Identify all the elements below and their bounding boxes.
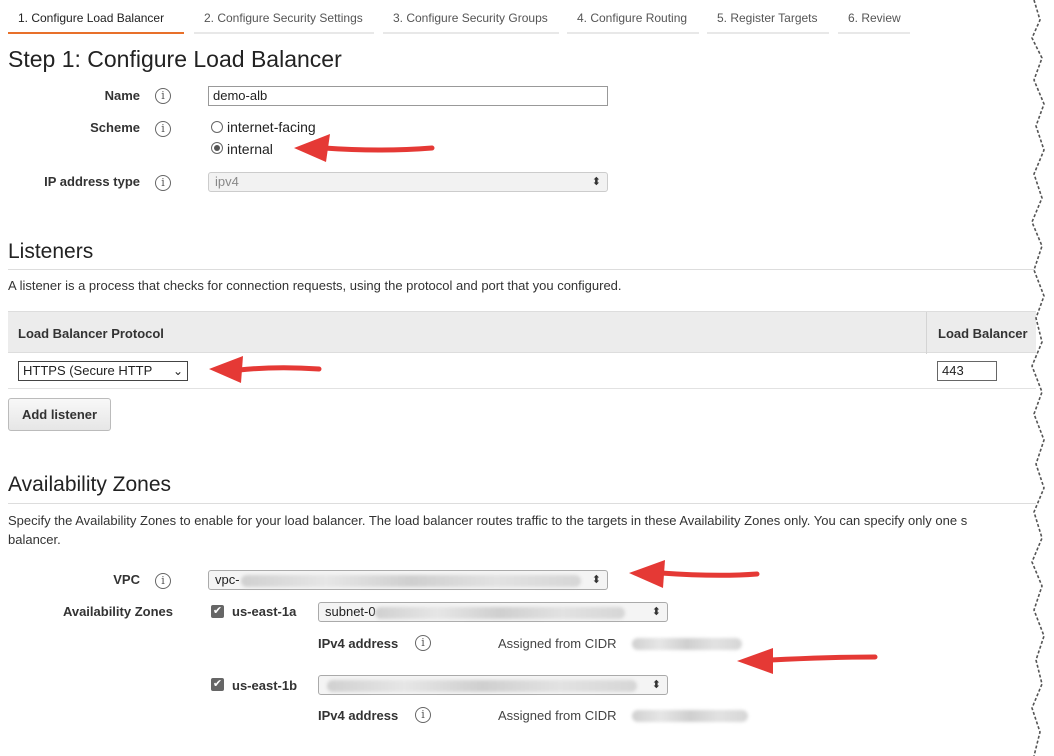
ipv4-assigned-text: Assigned from CIDR xyxy=(498,636,617,651)
listeners-description: A listener is a process that checks for … xyxy=(8,278,622,293)
scheme-internal-radio[interactable] xyxy=(211,142,223,154)
listeners-table-header: Load Balancer Protocol Load Balancer xyxy=(8,311,1036,354)
vpc-value: vpc- xyxy=(215,572,240,587)
ip-address-type-label: IP address type xyxy=(44,174,140,189)
tab-configure-load-balancer[interactable]: 1. Configure Load Balancer xyxy=(8,0,184,34)
page-title: Step 1: Configure Load Balancer xyxy=(8,46,342,72)
divider xyxy=(8,269,1036,270)
tab-register-targets[interactable]: 5. Register Targets xyxy=(707,0,829,34)
us-east-1b-subnet-select[interactable]: ⬍ xyxy=(318,675,668,695)
ip-address-type-select[interactable]: ipv4 ⬍ xyxy=(208,172,608,192)
column-header-port: Load Balancer xyxy=(938,326,1028,341)
listener-protocol-value: HTTPS (Secure HTTP xyxy=(23,363,153,378)
vpc-label: VPC xyxy=(113,572,140,587)
info-icon[interactable]: i xyxy=(155,573,171,589)
us-east-1a-subnet-select[interactable]: subnet-0 ⬍ xyxy=(318,602,668,622)
listener-protocol-select[interactable]: HTTPS (Secure HTTP ⌄ xyxy=(18,361,188,381)
availability-zones-label: Availability Zones xyxy=(62,604,173,619)
chevron-down-icon: ⌄ xyxy=(172,364,183,378)
info-icon[interactable]: i xyxy=(415,707,431,723)
name-input[interactable]: demo-alb xyxy=(208,86,608,106)
redacted-value xyxy=(327,680,637,692)
us-east-1a-label: us-east-1a xyxy=(232,604,297,619)
us-east-1b-checkbox[interactable]: ✔ xyxy=(211,678,224,691)
redacted-value xyxy=(632,710,748,722)
tab-label: 2. Configure Security Settings xyxy=(204,11,363,25)
name-label: Name xyxy=(104,88,140,103)
scheme-internal-label[interactable]: internal xyxy=(227,141,273,157)
annotation-arrow-icon xyxy=(294,134,435,162)
redacted-value xyxy=(375,607,625,619)
listener-port-input[interactable]: 443 xyxy=(937,361,997,381)
availability-zones-description-cont: balancer. xyxy=(8,532,61,547)
us-east-1b-label: us-east-1b xyxy=(232,678,298,693)
info-icon[interactable]: i xyxy=(155,175,171,191)
info-icon[interactable]: i xyxy=(155,121,171,137)
ipv4-assigned-text: Assigned from CIDR xyxy=(498,708,617,723)
ipv4-address-label: IPv4 address xyxy=(318,708,399,723)
tab-configure-routing[interactable]: 4. Configure Routing xyxy=(567,0,699,34)
tab-label: 5. Register Targets xyxy=(717,11,818,25)
annotation-arrow-icon xyxy=(629,560,760,588)
availability-zones-heading: Availability Zones xyxy=(8,473,172,496)
annotation-arrow-icon xyxy=(737,648,878,674)
tab-review[interactable]: 6. Review xyxy=(838,0,910,34)
select-caret-icon: ⬍ xyxy=(651,606,661,618)
tab-configure-security-settings[interactable]: 2. Configure Security Settings xyxy=(194,0,374,34)
tab-label: 6. Review xyxy=(848,11,901,25)
annotation-arrow-icon xyxy=(209,356,322,383)
add-listener-button[interactable]: Add listener xyxy=(8,398,111,431)
info-icon[interactable]: i xyxy=(415,635,431,651)
ip-address-type-value: ipv4 xyxy=(215,174,239,189)
vpc-select[interactable]: vpc- ⬍ xyxy=(208,570,608,590)
availability-zones-description: Specify the Availability Zones to enable… xyxy=(8,513,968,528)
select-caret-icon: ⬍ xyxy=(651,679,661,691)
column-separator xyxy=(926,312,927,354)
tab-label: 4. Configure Routing xyxy=(577,11,688,25)
torn-edge-decoration xyxy=(1031,0,1054,756)
table-row-divider xyxy=(8,388,1036,389)
subnet-value: subnet-0 xyxy=(325,604,376,619)
tab-configure-security-groups[interactable]: 3. Configure Security Groups xyxy=(383,0,559,34)
ipv4-address-label: IPv4 address xyxy=(318,636,399,651)
tab-label: 1. Configure Load Balancer xyxy=(18,11,165,25)
divider xyxy=(8,503,1036,504)
redacted-value xyxy=(241,575,581,587)
info-icon[interactable]: i xyxy=(155,88,171,104)
column-header-protocol: Load Balancer Protocol xyxy=(18,326,164,341)
select-caret-icon: ⬍ xyxy=(591,574,601,586)
us-east-1a-checkbox[interactable]: ✔ xyxy=(211,605,224,618)
listeners-heading: Listeners xyxy=(8,240,94,263)
select-caret-icon: ⬍ xyxy=(591,176,601,188)
redacted-value xyxy=(632,638,742,650)
scheme-internet-facing-radio[interactable] xyxy=(211,121,223,133)
tab-label: 3. Configure Security Groups xyxy=(393,11,548,25)
scheme-label: Scheme xyxy=(90,120,140,135)
